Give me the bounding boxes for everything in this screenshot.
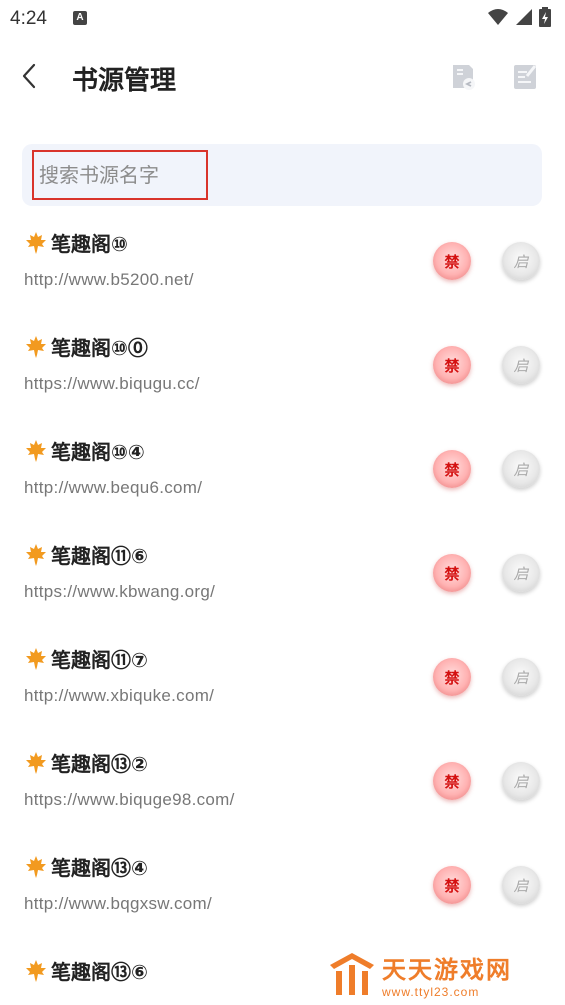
wifi-icon [488, 9, 508, 25]
source-name: 笔趣阁⑩⓪ [51, 336, 148, 360]
app-bar: 书源管理 [0, 40, 565, 112]
source-name: 笔趣阁⑩ [51, 232, 128, 256]
ban-button[interactable]: 禁 [433, 242, 471, 280]
enable-button[interactable]: 启 [502, 554, 540, 592]
source-item[interactable]: 笔趣阁⑪⑦ http://www.xbiquke.com/ 禁 启 [0, 628, 565, 732]
source-name: 笔趣阁⑪⑦ [51, 648, 148, 672]
search-input[interactable] [32, 150, 208, 200]
watermark-url: www.ttyl23.com [382, 984, 480, 999]
ban-button[interactable]: 禁 [433, 346, 471, 384]
source-name: 笔趣阁⑬⑥ [51, 960, 148, 984]
source-url: http://www.b5200.net/ [24, 270, 194, 289]
source-item[interactable]: 笔趣阁⑪⑥ https://www.kbwang.org/ 禁 启 [0, 524, 565, 628]
import-file-icon [453, 65, 475, 90]
status-bar: 4:24 A [0, 0, 565, 38]
source-url: http://www.bequ6.com/ [24, 478, 203, 497]
notification-icon: A [73, 11, 87, 25]
watermark-main: 天天游戏网 [382, 955, 512, 984]
source-item[interactable]: 笔趣阁⑬② https://www.biquge98.com/ 禁 启 [0, 732, 565, 836]
source-name-row: 笔趣阁⑬⑥ [24, 956, 148, 985]
source-name-row: 笔趣阁⑬④ [24, 852, 148, 881]
source-item[interactable]: 笔趣阁⑬④ http://www.bqgxsw.com/ 禁 启 [0, 836, 565, 940]
maple-leaf-icon [26, 543, 46, 566]
watermark-text: 天天游戏网 www.ttyl23.com [382, 950, 512, 999]
watermark: 天天游戏网 www.ttyl23.com [326, 946, 526, 1002]
maple-leaf-icon [26, 335, 46, 358]
chevron-left-icon [22, 63, 36, 89]
source-url: https://www.biqugu.cc/ [24, 374, 200, 393]
source-url: http://www.xbiquke.com/ [24, 686, 215, 705]
source-name: 笔趣阁⑩④ [51, 440, 145, 464]
ban-button[interactable]: 禁 [433, 762, 471, 800]
ban-button[interactable]: 禁 [433, 866, 471, 904]
source-item[interactable]: 笔趣阁⑩⓪ https://www.biqugu.cc/ 禁 启 [0, 316, 565, 420]
edit-button[interactable] [508, 60, 542, 94]
source-item[interactable]: 笔趣阁⑩④ http://www.bequ6.com/ 禁 启 [0, 420, 565, 524]
enable-button[interactable]: 启 [502, 658, 540, 696]
ban-button[interactable]: 禁 [433, 658, 471, 696]
enable-button[interactable]: 启 [502, 762, 540, 800]
source-name: 笔趣阁⑬④ [51, 856, 148, 880]
import-button[interactable] [446, 60, 480, 94]
enable-button[interactable]: 启 [502, 866, 540, 904]
maple-leaf-icon [26, 231, 46, 254]
enable-button[interactable]: 启 [502, 346, 540, 384]
source-name: 笔趣阁⑬② [51, 752, 148, 776]
source-url: https://www.biquge98.com/ [24, 790, 235, 809]
search-bar [22, 144, 542, 206]
maple-leaf-icon [26, 647, 46, 670]
source-list: 笔趣阁⑩ http://www.b5200.net/ 禁 启 笔趣阁⑩⓪ htt… [0, 212, 565, 1005]
source-name-row: 笔趣阁⑪⑦ [24, 644, 148, 673]
maple-leaf-icon [26, 855, 46, 878]
source-name-row: 笔趣阁⑪⑥ [24, 540, 148, 569]
back-button[interactable] [10, 56, 50, 96]
source-item[interactable]: 笔趣阁⑩ http://www.b5200.net/ 禁 启 [0, 212, 565, 316]
source-name: 笔趣阁⑪⑥ [51, 544, 148, 568]
ban-button[interactable]: 禁 [433, 450, 471, 488]
source-name-row: 笔趣阁⑩ [24, 228, 128, 257]
status-icons [487, 7, 551, 27]
signal-icon [516, 9, 532, 25]
source-name-row: 笔趣阁⑩⓪ [24, 332, 148, 361]
page-title: 书源管理 [72, 66, 177, 96]
enable-button[interactable]: 启 [502, 450, 540, 488]
maple-leaf-icon [26, 959, 46, 982]
edit-note-icon [514, 65, 537, 89]
source-name-row: 笔趣阁⑩④ [24, 436, 145, 465]
maple-leaf-icon [26, 751, 46, 774]
battery-icon [539, 7, 551, 27]
watermark-logo-icon [330, 953, 374, 995]
ban-button[interactable]: 禁 [433, 554, 471, 592]
status-time: 4:24 [10, 8, 47, 29]
enable-button[interactable]: 启 [502, 242, 540, 280]
source-url: http://www.bqgxsw.com/ [24, 894, 213, 913]
source-name-row: 笔趣阁⑬② [24, 748, 148, 777]
source-url: https://www.kbwang.org/ [24, 582, 216, 601]
maple-leaf-icon [26, 439, 46, 462]
